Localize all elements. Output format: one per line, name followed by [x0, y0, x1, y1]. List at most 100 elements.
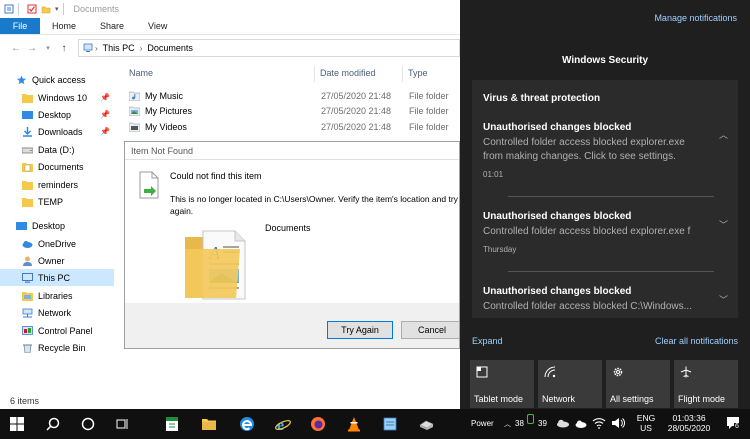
task-view-button[interactable] [113, 415, 131, 433]
column-divider[interactable] [402, 66, 403, 82]
sidebar-item-this-pc[interactable]: This PC [0, 269, 114, 286]
notification-title[interactable]: Unauthorised changes blocked [483, 286, 631, 297]
taskbar-app-edge[interactable] [238, 415, 256, 433]
properties-icon[interactable] [4, 4, 14, 14]
volume-icon[interactable] [611, 417, 625, 429]
breadcrumb-this-pc[interactable]: This PC [103, 43, 135, 53]
back-arrow-icon[interactable]: ← [8, 40, 24, 56]
start-button[interactable] [8, 415, 26, 433]
sidebar-item-reminders[interactable]: reminders [22, 176, 114, 193]
expand-link[interactable]: Expand [472, 336, 503, 346]
sidebar-item-quick-access[interactable]: Quick access [16, 71, 130, 88]
onedrive-icon[interactable] [575, 418, 587, 430]
language-label: ENG [636, 413, 656, 423]
taskbar-app-vlc[interactable] [345, 415, 363, 433]
notification-title[interactable]: Unauthorised changes blocked [483, 122, 631, 133]
task-view-icon [116, 419, 128, 429]
sidebar-item-recycle-bin[interactable]: Recycle Bin [22, 339, 114, 356]
file-date: 27/05/2020 21:48 [321, 105, 392, 116]
taskbar-app-spreadsheet[interactable] [163, 415, 181, 433]
sidebar-item-libraries[interactable]: Libraries [22, 287, 114, 304]
file-row[interactable]: My Videos 27/05/2020 21:48 File folder [129, 119, 459, 134]
missing-item-name: Documents [265, 223, 311, 233]
sidebar-item-windows-10[interactable]: Windows 10 📌 [22, 89, 114, 106]
sidebar-item-control-panel[interactable]: Control Panel [22, 322, 114, 339]
input-language-indicator[interactable]: ENG US [634, 413, 658, 433]
sidebar-item-data-drive[interactable]: Data (D:) [22, 141, 114, 158]
action-center-button[interactable]: 6 [725, 415, 741, 431]
tab-file[interactable]: File [0, 18, 40, 34]
sidebar-item-temp[interactable]: TEMP [22, 193, 114, 210]
wifi-icon[interactable] [592, 417, 606, 429]
folder-icon [22, 197, 33, 207]
new-folder-icon[interactable] [41, 4, 51, 14]
sidebar-item-label: Data (D:) [38, 144, 75, 155]
tray-status-icon[interactable] [527, 414, 534, 424]
file-date: 27/05/2020 21:48 [321, 121, 392, 132]
folder-icon [22, 180, 33, 190]
taskbar-app-file-explorer[interactable] [200, 415, 218, 433]
expand-chevron-icon[interactable]: ﹀ [719, 218, 728, 231]
libraries-icon [22, 291, 33, 301]
quick-action-tablet-mode[interactable]: Tablet mode [470, 360, 534, 408]
taskbar-app-internet-explorer[interactable]: e [274, 415, 292, 433]
column-divider[interactable] [314, 66, 315, 82]
taskbar-app-scanner[interactable] [417, 415, 435, 433]
clock[interactable]: 01:03:36 28/05/2020 [663, 413, 715, 433]
column-header-name[interactable]: Name [129, 68, 153, 78]
tab-share[interactable]: Share [88, 18, 136, 34]
sidebar-item-network[interactable]: Network [22, 304, 114, 321]
computer-icon [22, 272, 33, 283]
collapse-chevron-icon[interactable]: ︿ [719, 128, 728, 141]
notification-body: Controlled folder access blocked explore… [483, 226, 691, 237]
pin-icon[interactable]: 📌 [100, 110, 110, 119]
dialog-heading: Could not find this item [170, 171, 262, 181]
forward-arrow-icon[interactable]: → [24, 40, 40, 56]
file-row[interactable]: My Pictures 27/05/2020 21:48 File folder [129, 103, 459, 118]
sidebar-item-desktop[interactable]: Desktop [16, 217, 130, 234]
manage-notifications-link[interactable]: Manage notifications [654, 13, 737, 23]
tab-view[interactable]: View [136, 18, 179, 34]
search-button[interactable] [44, 415, 62, 433]
address-bar[interactable]: › This PC › Documents [78, 39, 460, 57]
pin-icon[interactable]: 📌 [100, 127, 110, 136]
cortana-button[interactable] [79, 415, 97, 433]
tab-home[interactable]: Home [40, 18, 88, 34]
file-shortcut-icon [139, 171, 159, 199]
sidebar-item-downloads[interactable]: Downloads 📌 [22, 123, 114, 140]
notification-body: Controlled folder access blocked C:\Wind… [483, 301, 692, 312]
checklist-icon[interactable] [27, 4, 37, 14]
customize-qat-icon[interactable]: ▾ [55, 5, 59, 13]
notification-title[interactable]: Unauthorised changes blocked [483, 211, 631, 222]
notification-divider [508, 196, 714, 197]
sidebar-item-documents[interactable]: Documents [22, 158, 114, 175]
taskbar-app-firefox[interactable] [309, 415, 327, 433]
notification-time: Thursday [483, 245, 517, 254]
sidebar-item-desktop-pinned[interactable]: Desktop 📌 [22, 106, 114, 123]
expand-chevron-icon[interactable]: ﹀ [719, 293, 728, 306]
clear-all-notifications-link[interactable]: Clear all notifications [655, 336, 738, 346]
quick-action-flight-mode[interactable]: Flight mode [674, 360, 738, 408]
try-again-button[interactable]: Try Again [327, 321, 393, 339]
sidebar-item-label: Owner [38, 255, 65, 266]
column-header-type[interactable]: Type [408, 68, 428, 78]
quick-action-all-settings[interactable]: All settings [606, 360, 670, 408]
sidebar-item-onedrive[interactable]: OneDrive [22, 235, 114, 252]
internet-explorer-icon: e [275, 417, 291, 433]
network-icon [544, 366, 556, 378]
cancel-button[interactable]: Cancel [401, 321, 459, 339]
sidebar-item-owner[interactable]: Owner [22, 252, 114, 269]
quick-action-network[interactable]: Network [538, 360, 602, 408]
tray-number: 38 [515, 419, 524, 428]
up-arrow-icon[interactable]: ↑ [56, 40, 72, 56]
documents-icon [22, 162, 33, 172]
pin-icon[interactable]: 📌 [100, 93, 110, 102]
cloud-icon[interactable] [556, 418, 570, 428]
taskbar-app-notepad[interactable] [381, 415, 399, 433]
file-row[interactable]: My Music 27/05/2020 21:48 File folder [129, 88, 459, 103]
recent-locations-icon[interactable]: ▾ [40, 40, 56, 56]
power-label[interactable]: Power [471, 419, 494, 428]
tray-overflow-icon[interactable]: ︿ [504, 419, 511, 429]
breadcrumb-documents[interactable]: Documents [147, 43, 193, 53]
column-header-date[interactable]: Date modified [320, 68, 376, 78]
